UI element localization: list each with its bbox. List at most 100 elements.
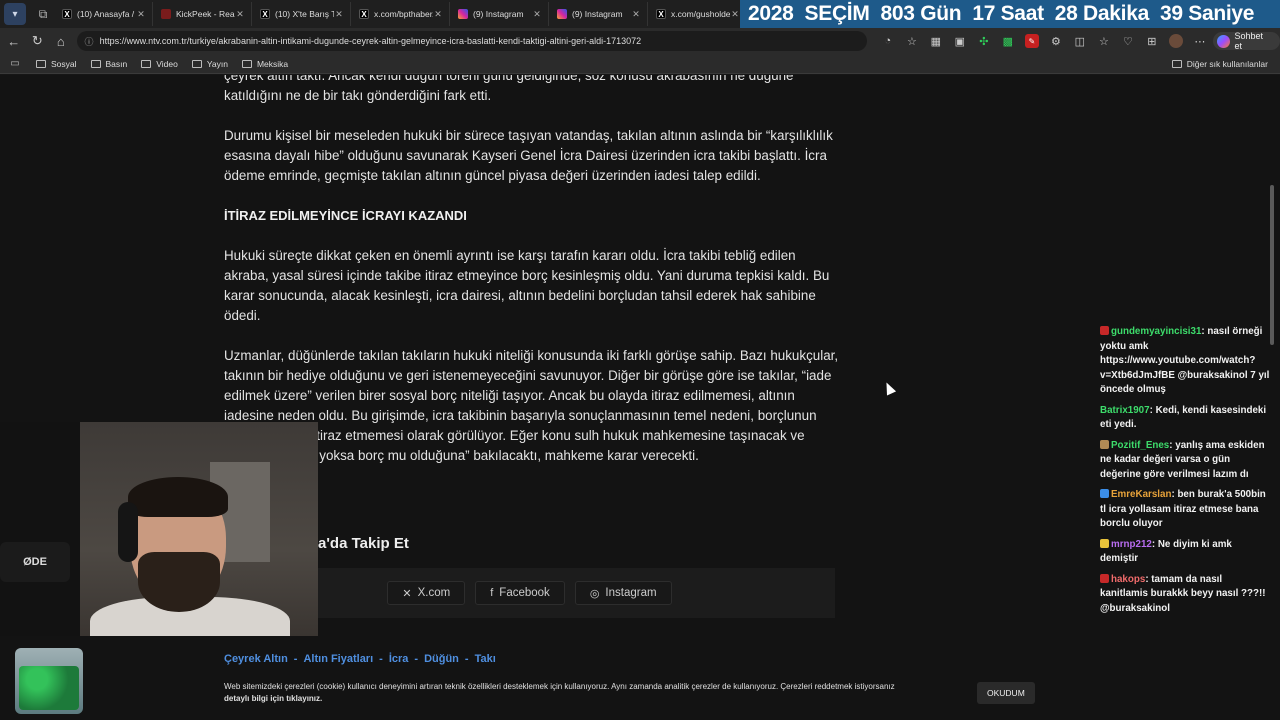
address-bar[interactable]: ⓘ https://www.ntv.com.tr/turkiye/akraban… [76, 31, 867, 51]
countdown-hours: 17 Saat [972, 2, 1044, 25]
workspaces-icon[interactable]: ⧉ [32, 3, 54, 25]
folder-icon [1171, 60, 1182, 68]
countdown-minutes: 28 Dakika [1054, 2, 1150, 25]
tag-link[interactable]: Altın Fiyatları [303, 653, 373, 665]
x-icon: X [260, 9, 270, 19]
chat-username: gundemyayincisi31 [1111, 326, 1202, 337]
chat-message: gundemyayincisi31: nasıl örneği yoktu am… [1100, 326, 1270, 395]
headphone [118, 502, 138, 562]
reload-icon[interactable]: ↻ [28, 31, 48, 51]
countdown-label: SEÇİM [804, 2, 870, 25]
chat-message: Pozitif_Enes: yanlış ama eskiden ne kada… [1100, 439, 1265, 480]
home-icon[interactable]: ⌂ [51, 31, 71, 51]
instagram-icon [458, 9, 468, 19]
folder-icon [36, 59, 46, 68]
extensions-puzzle-icon[interactable]: ⚙ [1049, 34, 1063, 48]
browser-tab[interactable]: X (10) Anasayfa / X ✕ [54, 2, 153, 26]
favorite-star-icon[interactable]: ☆ [905, 34, 919, 48]
cookie-banner: Web sitemizdeki çerezleri (cookie) kulla… [224, 675, 1044, 711]
x-follow-button[interactable]: ✕ X.com [387, 581, 466, 605]
bookmark-folder-video[interactable]: Video [141, 59, 178, 69]
chat-username: mrnp212 [1111, 538, 1152, 550]
close-tab-icon[interactable]: ✕ [433, 9, 443, 20]
browser-toolbar: ← ↻ ⌂ ⓘ https://www.ntv.com.tr/turkiye/a… [0, 28, 1280, 54]
bookmark-folder-sosyal[interactable]: Sosyal [36, 59, 77, 69]
browser-essentials-icon[interactable]: ♡ [1121, 34, 1135, 48]
profile-avatar[interactable] [1168, 34, 1183, 48]
bookmark-folder-basin[interactable]: Basın [90, 59, 127, 69]
chat-badge-icon [1100, 573, 1109, 583]
x-icon: X [62, 9, 72, 19]
extension-icon[interactable]: ▣ [953, 34, 967, 48]
browser-tab[interactable]: X x.com/gusholder ✕ [648, 2, 747, 26]
extension-icon[interactable]: ✎ [1024, 34, 1039, 48]
close-tab-icon[interactable]: ✕ [532, 9, 542, 20]
extension-icon[interactable]: ✣ [977, 34, 991, 48]
browser-tab[interactable]: X x.com/bpthaber/ ✕ [351, 2, 450, 26]
split-screen-icon[interactable]: ◫ [1073, 34, 1087, 48]
browser-tab[interactable]: (9) Instagram ✕ [549, 2, 648, 26]
cookie-accept-button[interactable]: OKUDUM [977, 682, 1035, 704]
chat-message: hakops: tamam da nasıl kanitlamis burakk… [1100, 573, 1266, 614]
bookmarks-menu-icon[interactable]: ▭ [8, 57, 22, 71]
cookie-text: Web sitemizdeki çerezleri (cookie) kulla… [224, 682, 895, 691]
chat-message: EmreKarslan: ben burak'a 500bin tl icra … [1100, 489, 1266, 529]
chat-message: Batrix1907: Kedi, kendi kasesindeki eti … [1100, 404, 1267, 431]
site-info-icon[interactable]: ⓘ [85, 35, 94, 48]
extension-icon[interactable]: ▩ [1001, 34, 1015, 48]
close-tab-icon[interactable]: ✕ [235, 9, 245, 20]
back-icon[interactable]: ← [4, 31, 24, 51]
stream-chat-overlay: gundemyayincisi31: nasıl örneği yoktu am… [1100, 325, 1270, 622]
more-menu-icon[interactable]: ⋯ [1193, 34, 1207, 48]
folder-icon [141, 59, 152, 68]
chat-badge-icon [1100, 538, 1109, 548]
chat-username: hakops [1111, 573, 1146, 585]
collections-icon[interactable]: ⊞ [1145, 34, 1159, 48]
chat-username: Pozitif_Enes [1111, 439, 1170, 451]
countdown-days: 803 Gün [880, 2, 962, 25]
article-paragraph: Durumu kişisel bir meseleden hukuki bir … [224, 128, 833, 183]
tag-link[interactable]: Çeyrek Altın [224, 653, 288, 665]
browser-tab[interactable]: (9) Instagram ✕ [450, 2, 549, 26]
chat-username: EmreKarslan [1111, 489, 1172, 500]
tag-link[interactable]: Düğün [424, 653, 459, 665]
extension-icon[interactable]: ▦ [929, 34, 943, 48]
close-tab-icon[interactable]: ✕ [136, 9, 146, 20]
other-favorites-folder[interactable]: Diğer sık kullanılanlar [1171, 54, 1268, 74]
kickpeek-icon [161, 9, 171, 19]
x-icon: ✕ [402, 587, 412, 600]
instagram-icon [557, 9, 567, 19]
favorites-icon[interactable]: ☆ [1097, 34, 1111, 48]
countdown-seconds: 39 Saniye [1159, 2, 1255, 25]
article-paragraph: Hukuki süreçte dikkat çeken en önemli ay… [224, 248, 830, 323]
cookie-details-link[interactable]: detaylı bilgi için tıklayınız. [224, 694, 322, 703]
facebook-icon: f [490, 587, 494, 599]
read-aloud-icon[interactable]: ◔ [881, 34, 895, 48]
bookmark-folder-meksika[interactable]: Meksika [241, 59, 288, 69]
tab-actions-chevron-icon[interactable]: ▾ [4, 3, 26, 25]
jar-image [15, 648, 83, 714]
tag-link[interactable]: Takı [475, 653, 496, 665]
facebook-follow-button[interactable]: f Facebook [475, 581, 565, 605]
bookmark-folder-yayin[interactable]: Yayın [191, 59, 228, 69]
article-paragraph: çeyrek altın taktı. Ancak kendi düğün tö… [224, 75, 794, 103]
copilot-chat-button[interactable]: Sohbet et [1212, 31, 1280, 51]
mouse-cursor [881, 380, 897, 396]
x-icon: X [656, 9, 666, 19]
close-tab-icon[interactable]: ✕ [334, 9, 344, 20]
folder-icon [191, 59, 202, 68]
chat-badge-icon [1100, 326, 1109, 335]
chat-badge-icon [1100, 489, 1109, 498]
instagram-follow-button[interactable]: ◎ Instagram [574, 581, 672, 605]
copilot-icon [1216, 34, 1230, 48]
chat-username: Batrix1907 [1100, 404, 1150, 416]
close-tab-icon[interactable]: ✕ [631, 9, 641, 20]
close-tab-icon[interactable]: ✕ [730, 9, 740, 20]
browser-tab[interactable]: X (10) X'te Barış Te ✕ [252, 2, 351, 26]
microphone: ØDE [0, 542, 70, 582]
page-scrollbar[interactable] [1270, 185, 1274, 345]
tag-link[interactable]: İcra [389, 653, 409, 665]
chat-message: mrnp212: Ne diyim ki amk demiştir [1100, 538, 1232, 564]
browser-tab[interactable]: KickPeek - Real-ti ✕ [153, 2, 252, 26]
url-text: https://www.ntv.com.tr/turkiye/akrabanin… [99, 36, 642, 46]
